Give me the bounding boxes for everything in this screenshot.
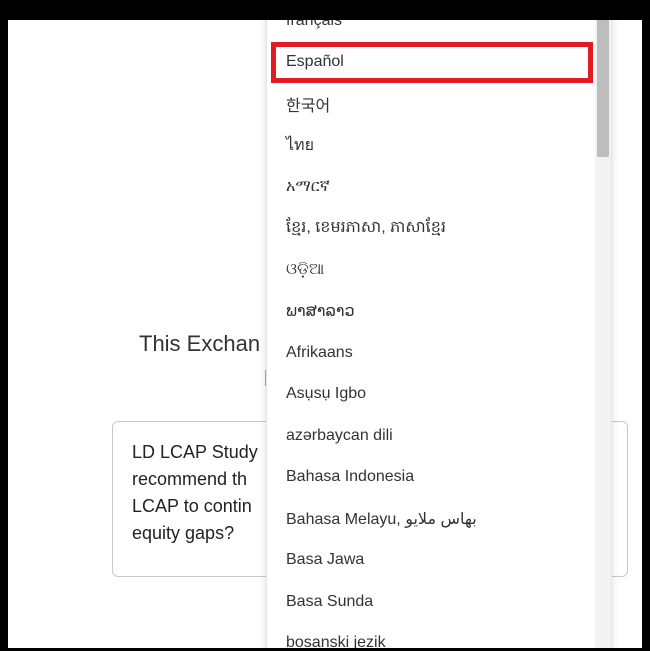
language-option-francais[interactable]: français (267, 20, 597, 42)
language-option-indonesian[interactable]: Bahasa Indonesia (267, 457, 597, 499)
language-option-espanol[interactable]: Español (271, 41, 593, 83)
dropdown-scrollbar-thumb[interactable] (597, 20, 609, 157)
page: This Exchan LD LCAP Study recommend th L… (8, 20, 642, 648)
language-option-igbo[interactable]: Asụsụ Igbo (267, 374, 597, 416)
language-option-azerbaijani[interactable]: azərbaycan dili (267, 415, 597, 457)
language-option-bosnian[interactable]: bosanski jezik (267, 623, 597, 648)
language-option-malay[interactable]: Bahasa Melayu, بهاس ملايو (267, 498, 597, 540)
language-option-lao[interactable]: ພາສາລາວ (267, 291, 597, 333)
exchange-heading: This Exchan (139, 331, 261, 356)
language-option-khmer[interactable]: ខ្មែរ, ខេមរភាសា, ភាសាខ្មែរ (267, 208, 597, 250)
language-option-amharic[interactable]: አማርኛ (267, 166, 597, 208)
dropdown-scrollbar[interactable] (595, 20, 611, 648)
language-dropdown[interactable]: français Español 한국어 ไทย አማርኛ ខ្មែរ, ខេម… (266, 20, 612, 648)
language-option-list: français Español 한국어 ไทย አማርኛ ខ្មែរ, ខេម… (267, 20, 597, 648)
language-option-javanese[interactable]: Basa Jawa (267, 540, 597, 582)
language-option-sundanese[interactable]: Basa Sunda (267, 581, 597, 623)
language-option-odia[interactable]: ଓଡ଼ିଆ (267, 249, 597, 291)
language-option-korean[interactable]: 한국어 (267, 83, 597, 125)
language-option-afrikaans[interactable]: Afrikaans (267, 332, 597, 374)
language-option-thai[interactable]: ไทย (267, 125, 597, 167)
